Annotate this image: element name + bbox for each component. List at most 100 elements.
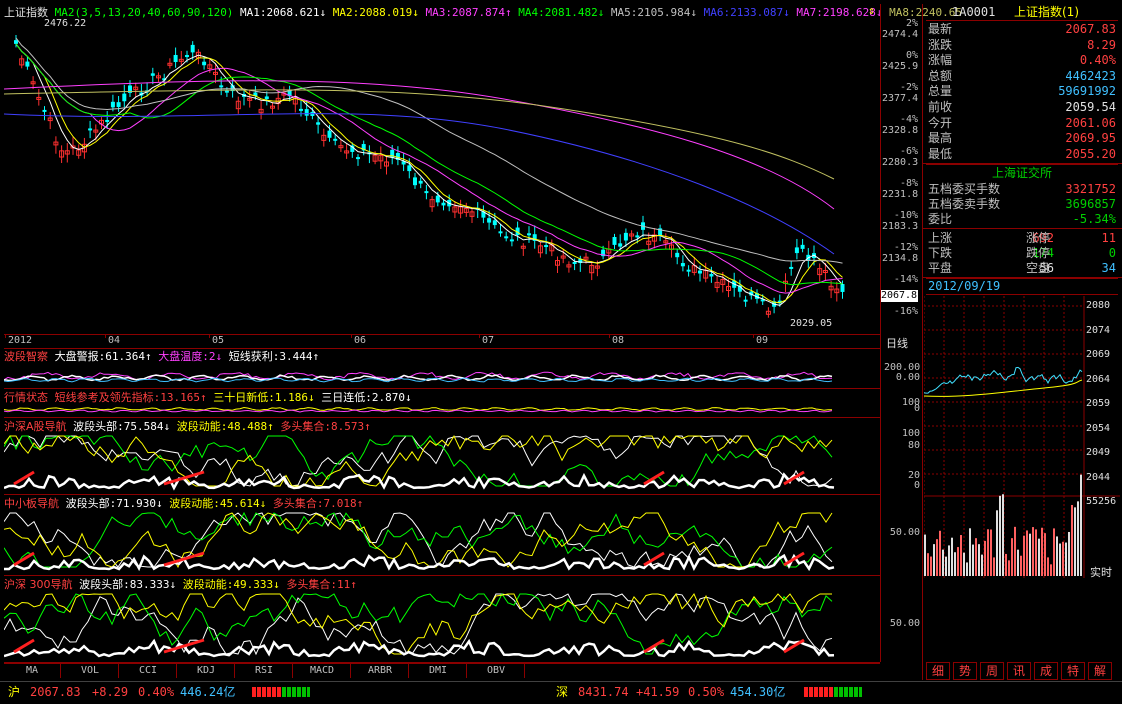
quote-label: 总额 — [928, 68, 953, 83]
y-axis-tick: -12% 2134.8 — [882, 242, 920, 264]
quote-value: 2067.83 — [1065, 22, 1116, 36]
breadth-label: 平盘 — [928, 261, 953, 275]
indicator-pane-5[interactable]: 沪深 300导航 波段头部:83.333↓ 波段动能:49.333↓ 多头集合:… — [4, 576, 880, 663]
order-row: 委比 -5.34% — [926, 212, 1118, 227]
quote-row: 最新 2067.83 — [926, 22, 1118, 37]
quote-value: 2059.54 — [1065, 100, 1116, 114]
y-axis-pct: -4% — [899, 114, 918, 125]
indicator-tab-vol[interactable]: VOL — [62, 664, 119, 678]
indicator-pane-3[interactable]: 沪深A股导航 波段头部:75.584↓ 波段动能:48.488↑ 多头集合:8.… — [4, 418, 880, 495]
pane-axis-label: 0 — [913, 403, 920, 414]
intraday-y-label: 2064 — [1086, 373, 1111, 385]
y-axis-tick: -10% 2183.3 — [882, 210, 920, 232]
quote-label: 最高 — [928, 131, 953, 146]
y-axis-tick: -2% 2377.4 — [882, 82, 920, 104]
indicator-tab-arbr[interactable]: ARBR — [352, 664, 409, 678]
y-axis-tick: -8% 2231.8 — [882, 178, 920, 200]
pane1-axis: 200.00 0.00 — [880, 348, 922, 388]
ma-legend-item: MA2:2088.019↓ — [326, 6, 419, 19]
indicator-tab-macd[interactable]: MACD — [294, 664, 351, 678]
breadth-row: 下跌 174 跌停 0 — [926, 246, 1118, 261]
main-chart-pane[interactable]: 上证指数 MA2(3,5,13,20,40,60,90,120) MA1:206… — [4, 4, 962, 335]
indicator-pane-4[interactable]: 中小板导航 波段头部:71.930↓ 波段动能:45.614↓ 多头集合:7.0… — [4, 495, 880, 576]
sh-pct: 0.40% — [138, 685, 175, 699]
indicator-tab-cci[interactable]: CCI — [120, 664, 177, 678]
indicator-pane-1[interactable]: 波段智察 大盘警报:61.364↑ 大盘温度:2↓ 短线获利:3.444↑ — [4, 348, 880, 389]
intraday-y-label: 2054 — [1086, 422, 1111, 434]
y-axis-price: 2377.4 — [882, 93, 919, 104]
realtime-label[interactable]: 实时 — [1090, 564, 1112, 580]
pane3-axis: 100 80 20 0 — [880, 418, 922, 494]
indicator-tab-bar: MA VOL CCI KDJ RSI MACD ARBR DMI OBV — [4, 663, 880, 680]
indicator-value: 三十日新低:1.186↓ — [206, 391, 315, 404]
quote-value: 3321752 — [1065, 182, 1116, 196]
quote-row: 涨幅 0.40% — [926, 53, 1118, 68]
right-tab-3[interactable]: 讯 — [1007, 662, 1031, 680]
right-tab-1[interactable]: 势 — [953, 662, 977, 680]
pane2-title: 行情状态 — [4, 391, 48, 404]
y-axis-price: 2134.8 — [882, 253, 919, 264]
breadth-label: 空盘 — [1026, 261, 1051, 275]
x-axis-label: 2012 — [8, 335, 33, 346]
high-price-label: 2476.22 — [44, 18, 87, 29]
stock-name: 上证指数(1) — [1014, 5, 1079, 19]
right-tab-4[interactable]: 成 — [1034, 662, 1058, 680]
x-axis-label: 05 — [212, 335, 225, 346]
y-axis-tick: -6% 2280.3 — [882, 146, 920, 168]
pane4-title: 中小板导航 — [4, 497, 59, 510]
indicator-tab-rsi[interactable]: RSI — [236, 664, 293, 678]
intraday-svg — [924, 296, 1120, 578]
quote-label: 涨跌 — [928, 37, 953, 52]
indicator-tab-ma[interactable]: MA — [4, 664, 61, 678]
indicator-value: 多头集合:8.573↑ — [273, 420, 371, 433]
right-tab-6[interactable]: 解 — [1088, 662, 1112, 680]
y-axis-pct: 0% — [905, 50, 918, 61]
ma-legend-item: MA5:2105.984↓ — [604, 6, 698, 19]
quote-row: 总量 59691992 — [926, 84, 1118, 99]
indicator-value: 短线参考及领先指标:13.165↑ — [54, 391, 207, 404]
right-tab-5[interactable]: 特 — [1061, 662, 1085, 680]
volume-max-label: 55256 — [1086, 496, 1117, 507]
main-chart-title: 上证指数 — [4, 6, 48, 19]
indicator-tab-kdj[interactable]: KDJ — [178, 664, 235, 678]
ma-legend-item: MA1:2068.621↓ — [233, 6, 327, 19]
breadth-row: 上涨 692 涨停 11 — [926, 231, 1118, 246]
quote-label: 最低 — [928, 146, 953, 161]
right-tab-2[interactable]: 周 — [980, 662, 1004, 680]
quote-label: 五档委买手数 — [928, 182, 1001, 196]
indicator-value: 波段动能:48.488↑ — [170, 420, 274, 433]
y-axis-price: 2474.4 — [882, 29, 919, 40]
x-axis-label: 09 — [756, 335, 769, 346]
sz-breadth-bar — [804, 687, 862, 697]
indicator-tab-obv[interactable]: OBV — [468, 664, 525, 678]
y-axis-pct: -2% — [899, 82, 918, 93]
indicator-pane-2[interactable]: 行情状态 短线参考及领先指标:13.165↑ 三十日新低:1.186↓ 三日连低… — [4, 389, 880, 418]
indicator-value: 波段动能:49.333↓ — [176, 578, 280, 591]
intraday-y-label: 2049 — [1086, 447, 1111, 458]
intraday-y-label: 2080 — [1086, 300, 1111, 311]
exchange-title: 上海证交所 — [926, 164, 1118, 181]
quote-value: -5.34% — [1072, 212, 1116, 226]
quote-row: 今开 2061.06 — [926, 116, 1118, 131]
y-axis-price: 2280.3 — [882, 157, 919, 168]
quote-label: 前收 — [928, 100, 953, 114]
sz-label: 深 — [556, 685, 569, 699]
indicator-tab-dmi[interactable]: DMI — [410, 664, 467, 678]
quote-label: 五档委卖手数 — [928, 197, 1001, 211]
pane-axis-label: 100 — [901, 428, 920, 439]
intraday-chart[interactable]: 2080 2074 2069 2064 2059 2054 2049 2044 55256 实… — [924, 296, 1120, 662]
quote-value: 2061.06 — [1065, 115, 1116, 130]
quote-value: 2055.20 — [1065, 146, 1116, 161]
right-tab-0[interactable]: 细 — [926, 662, 950, 680]
breadth-value: 11 — [1101, 231, 1116, 245]
quote-row: 最低 2055.20 — [926, 147, 1118, 162]
pane-axis-label: 80 — [907, 440, 920, 451]
scroll-down-icon[interactable]: ⇕ — [868, 4, 875, 17]
quote-row: 总额 4462423 — [926, 69, 1118, 84]
quote-label: 总量 — [928, 84, 953, 99]
y-axis-price: 2328.8 — [882, 125, 919, 136]
y-axis-pct: -14% — [893, 274, 918, 285]
y-axis-price: 2183.3 — [882, 221, 919, 232]
axis-separator — [880, 4, 881, 662]
indicator-value: 波段头部:75.584↓ — [73, 420, 171, 433]
